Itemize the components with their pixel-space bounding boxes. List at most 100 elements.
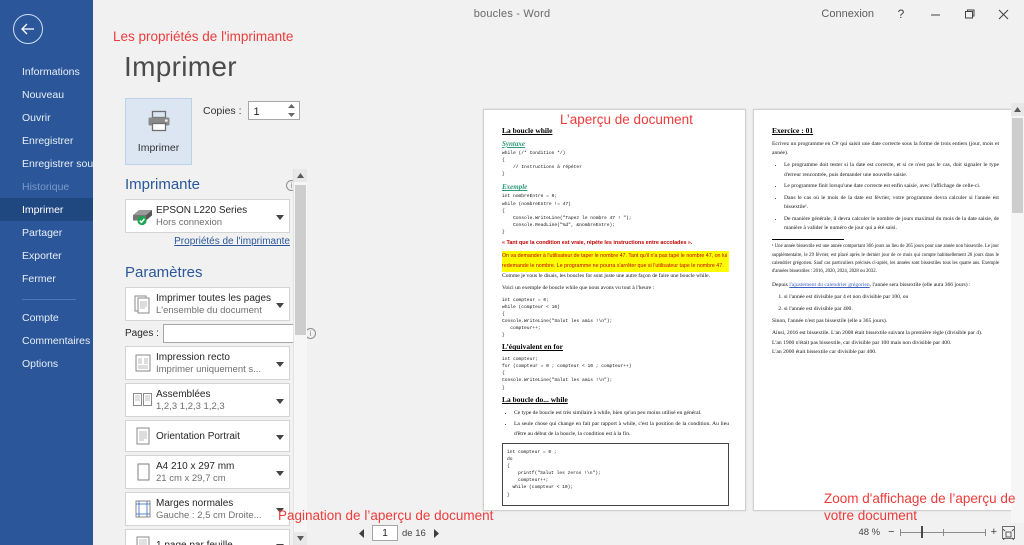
doc-bullet: Le programme doit tester si la date est …: [784, 161, 999, 179]
annotation-preview-pagination: Pagination de l’aperçu de document: [278, 508, 494, 523]
printer-properties-link[interactable]: Propriétés de l'imprimante: [125, 236, 290, 247]
setting-range-title: Imprimer toutes les pages: [156, 292, 272, 304]
scroll-up-icon[interactable]: [1011, 103, 1024, 116]
doc-link-calendrier[interactable]: l'ajustement du calendrier grégorien: [789, 282, 869, 288]
doc-p-depuis-a: Depuis: [772, 282, 790, 289]
sidebar-item-partager[interactable]: Partager: [0, 221, 93, 244]
doc-numbered-item: si l'année est divisible par 4 et non di…: [784, 293, 999, 302]
sidebar-item-options[interactable]: Options: [0, 352, 93, 375]
sidebar-item-enregistrer[interactable]: Enregistrer: [0, 129, 93, 152]
stepper-down-icon: [287, 113, 295, 117]
pages-field-row: Pages : i: [125, 324, 316, 343]
zoom-slider-knob[interactable]: [920, 526, 923, 538]
word-print-backstage: boucles - Word Connexion ? Informations: [0, 0, 1024, 545]
scroll-down-icon[interactable]: [294, 532, 307, 545]
chevron-down-icon[interactable]: [276, 207, 284, 225]
paper-size-icon: [130, 462, 156, 482]
copies-input[interactable]: [248, 103, 285, 121]
printer-section-title: Imprimante: [125, 176, 201, 193]
annotation-preview-zoom: Zoom d'affichage de l’aperçu de votre do…: [824, 491, 1016, 523]
sidebar-item-commentaires[interactable]: Commentaires: [0, 329, 93, 352]
doc-bullet: De manière générale, il devra calculer l…: [784, 215, 999, 233]
doc-red-note: « Tant que la condition est vraie, répèt…: [502, 240, 693, 247]
chevron-down-icon[interactable]: [276, 463, 284, 481]
printer-text: EPSON L220 Series Hors connexion: [156, 205, 247, 228]
sidebar-item-imprimer[interactable]: Imprimer: [0, 198, 93, 221]
setting-collate[interactable]: Assemblées 1,2,3 1,2,3 1,2,3: [125, 383, 290, 417]
zoom-percent-label: 48 %: [858, 526, 881, 538]
preview-scrollbar[interactable]: [1011, 103, 1024, 543]
sidebar-item-informations[interactable]: Informations: [0, 60, 93, 83]
doc-code-while2: int compteur = 0; while (compteur < 10) …: [502, 297, 613, 339]
preview-page-right[interactable]: Exercice : 01 Ecrivez un programme en C#…: [753, 109, 1016, 511]
prev-page-icon[interactable]: [356, 525, 368, 541]
sidebar-item-enregistrer-sous[interactable]: Enregistrer sous: [0, 152, 98, 175]
doc-heading-equiv: L’équivalent en for: [502, 342, 563, 352]
scroll-up-icon[interactable]: [294, 169, 307, 182]
printer-name: EPSON L220 Series: [156, 204, 248, 216]
zoom-out-button[interactable]: −: [888, 526, 894, 538]
doc-highlight: On va demander à l'utilisateur de taper …: [502, 251, 729, 273]
doc-p-intro: Ecrivez un programme en C# qui saisit un…: [772, 141, 999, 157]
title-bar: boucles - Word Connexion ?: [0, 0, 1024, 28]
doc-bullet: Dans le cas où le mois de la date est fé…: [784, 194, 999, 212]
copies-control: Copies :: [203, 101, 300, 121]
scroll-thumb[interactable]: [1012, 118, 1023, 213]
printer-select[interactable]: EPSON L220 Series Hors connexion: [125, 199, 290, 233]
setting-margins[interactable]: Marges normales Gauche : 2,5 cm Droite..…: [125, 492, 290, 526]
preview-page-left[interactable]: La boucle while Syntaxe while (/* Condit…: [483, 109, 746, 511]
sidebar-item-exporter[interactable]: Exporter: [0, 244, 93, 267]
setting-paper-subtitle: 21 cm x 29,7 cm: [156, 472, 226, 484]
setting-margins-subtitle: Gauche : 2,5 cm Droite...: [156, 509, 262, 521]
sidebar-item-fermer[interactable]: Fermer: [0, 267, 93, 290]
zoom-slider[interactable]: [899, 525, 986, 539]
sign-in-button[interactable]: Connexion: [811, 0, 884, 28]
chevron-down-icon[interactable]: [276, 354, 284, 372]
doc-heading-while: La boucle while: [502, 126, 553, 135]
chevron-down-icon[interactable]: [276, 391, 284, 409]
minimize-icon[interactable]: [918, 0, 952, 28]
chevron-down-icon[interactable]: [276, 536, 284, 545]
sidebar-item-compte[interactable]: Compte: [0, 306, 93, 329]
next-page-icon[interactable]: [430, 525, 442, 541]
setting-duplex[interactable]: Impression recto Imprimer uniquement s..…: [125, 346, 290, 380]
print-settings-column: Imprimante i EPSON L220 Series Hors conn…: [125, 176, 316, 545]
page-title: Imprimer: [124, 51, 237, 82]
scroll-thumb[interactable]: [295, 185, 306, 335]
setting-print-range[interactable]: Imprimer toutes les pages L'ensemble du …: [125, 287, 290, 321]
zoom-in-button[interactable]: +: [991, 526, 997, 538]
doc-p-depuis: Depuis l'ajustement du calendrier grégor…: [772, 281, 999, 290]
setting-paper-title: A4 210 x 297 mm: [156, 460, 235, 472]
setting-paper-size[interactable]: A4 210 x 297 mm 21 cm x 29,7 cm: [125, 455, 290, 489]
pages-range-icon: [130, 294, 156, 314]
setting-duplex-title: Impression recto: [156, 351, 230, 363]
sidebar-item-nouveau[interactable]: Nouveau: [0, 83, 93, 106]
doc-codebox: int compteur = 0 ; do { printf("Salut le…: [502, 442, 729, 506]
stepper-arrows[interactable]: [287, 103, 296, 118]
sidebar-item-ouvrir[interactable]: Ouvrir: [0, 106, 93, 129]
settings-scrollbar[interactable]: [293, 169, 307, 545]
printer-status-icon: [130, 206, 156, 226]
help-button[interactable]: ?: [884, 0, 918, 28]
zoom-to-page-icon[interactable]: [1002, 525, 1015, 540]
close-icon[interactable]: [986, 0, 1020, 28]
copies-label: Copies :: [203, 104, 242, 117]
setting-collate-title: Assemblées: [156, 388, 211, 400]
page-left-content: La boucle while Syntaxe while (/* Condit…: [502, 126, 729, 506]
chevron-down-icon[interactable]: [276, 427, 284, 445]
doc-bullet: La seule chose qui change en fait par ra…: [514, 420, 729, 438]
pages-label: Pages :: [125, 328, 159, 339]
pages-input[interactable]: [162, 324, 301, 343]
setting-pages-per-sheet[interactable]: 1 page par feuille: [125, 529, 290, 545]
back-arrow-icon[interactable]: [13, 14, 43, 44]
setting-margins-text: Marges normales Gauche : 2,5 cm Droite..…: [156, 498, 262, 521]
setting-orientation[interactable]: Orientation Portrait: [125, 420, 290, 452]
copies-stepper[interactable]: [247, 101, 300, 121]
doc-heading-exercice: Exercice : 01: [772, 126, 814, 135]
print-button[interactable]: Imprimer: [125, 98, 192, 165]
current-page-input[interactable]: [372, 525, 398, 541]
chevron-down-icon[interactable]: [276, 295, 284, 313]
restore-icon[interactable]: [952, 0, 986, 28]
collate-icon: [130, 390, 156, 410]
print-button-label: Imprimer: [137, 141, 180, 154]
